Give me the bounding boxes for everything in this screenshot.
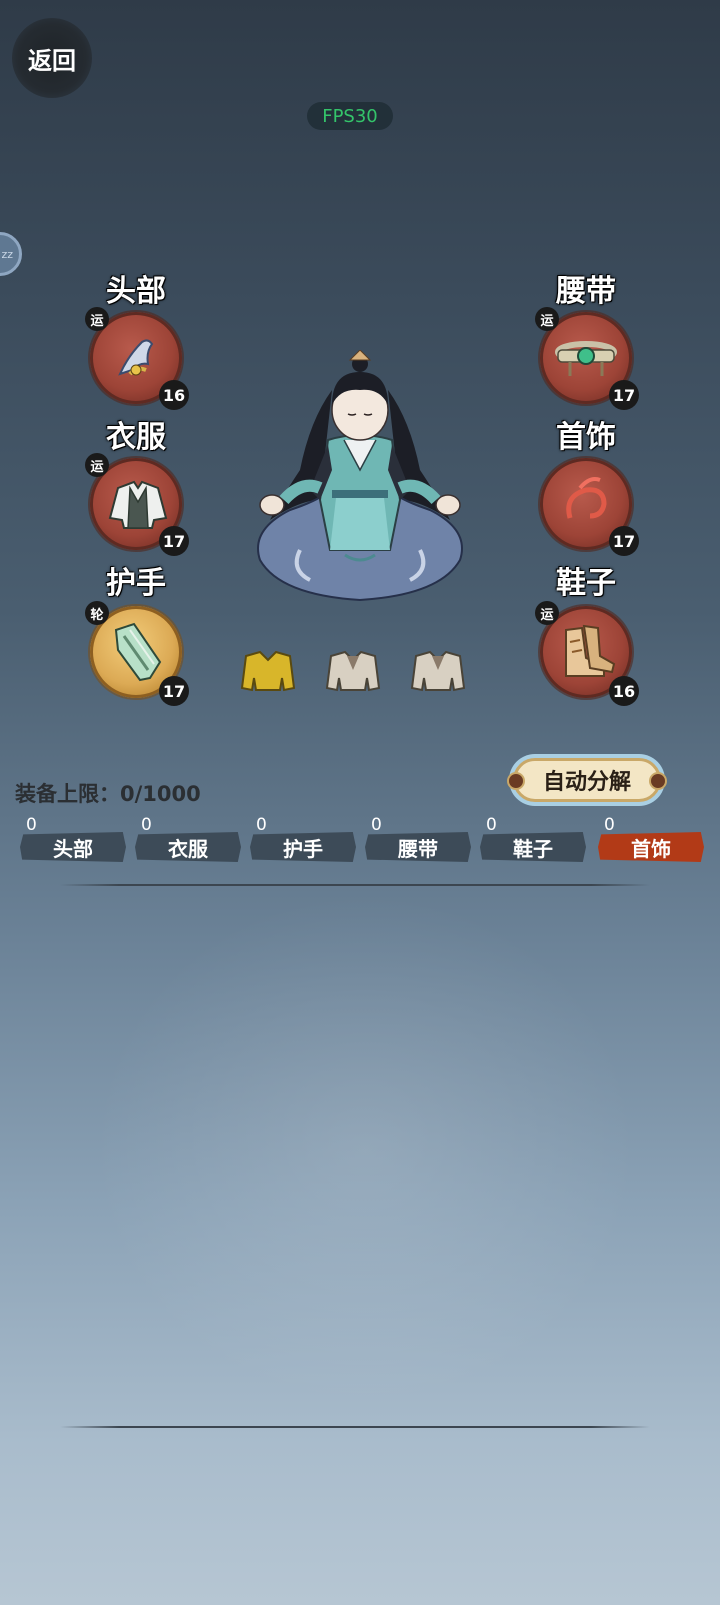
tab-accessory[interactable]: 0 首饰: [598, 815, 704, 862]
tab-label: 衣服: [168, 836, 208, 861]
tab-label: 鞋子: [513, 836, 553, 861]
equipment-limit-label: 装备上限：: [15, 782, 120, 806]
tab-label: 护手: [283, 836, 323, 861]
belt-slot-level: 17: [609, 380, 639, 410]
outfit-white-robe-icon[interactable]: [410, 648, 466, 694]
belt-slot-badge: 运: [535, 307, 559, 331]
tab-label: 腰带: [398, 836, 438, 861]
gloves-slot-level: 17: [159, 676, 189, 706]
back-button[interactable]: 返回: [12, 18, 92, 98]
accessory-slot-title: 首饰: [556, 420, 616, 455]
button-stud-icon: [649, 772, 667, 790]
shoes-slot-badge: 运: [535, 601, 559, 625]
auto-decompose-label: 自动分解: [513, 758, 661, 802]
item-list[interactable]: [90, 890, 640, 1410]
clothes-slot-title: 衣服: [106, 420, 166, 455]
tab-belt[interactable]: 0 腰带: [365, 815, 471, 862]
tab-shoes[interactable]: 0 鞋子: [480, 815, 586, 862]
gloves-slot-title: 护手: [106, 566, 166, 601]
shoes-slot-level: 16: [609, 676, 639, 706]
tab-label: 头部: [53, 836, 93, 861]
outfit-yellow-robe-icon[interactable]: [240, 648, 296, 694]
equipment-limit-value: 0/1000: [120, 782, 201, 806]
tab-label: 首饰: [631, 836, 671, 861]
accessory-slot-level: 17: [609, 526, 639, 556]
fps-counter: FPS30: [307, 102, 393, 130]
head-slot-level: 16: [159, 380, 189, 410]
list-top-divider: [60, 884, 650, 886]
head-slot-title: 头部: [106, 274, 166, 309]
tab-clothes[interactable]: 0 衣服: [135, 815, 241, 862]
button-stud-icon: [507, 772, 525, 790]
clothes-slot-badge: 运: [85, 453, 109, 477]
tab-head[interactable]: 0 头部: [20, 815, 126, 862]
shoes-slot-title: 鞋子: [556, 566, 616, 601]
belt-slot-title: 腰带: [556, 274, 616, 309]
character-portrait: [257, 350, 463, 602]
gloves-slot-badge: 轮: [85, 601, 109, 625]
side-menu-button[interactable]: zz: [0, 232, 22, 276]
outfit-white-robe-icon[interactable]: [325, 648, 381, 694]
clothes-slot-level: 17: [159, 526, 189, 556]
head-slot-badge: 运: [85, 307, 109, 331]
list-bottom-divider: [60, 1426, 650, 1428]
auto-decompose-button[interactable]: 自动分解: [499, 752, 675, 808]
equipment-limit: 装备上限：0/1000: [15, 778, 201, 808]
tab-gloves[interactable]: 0 护手: [250, 815, 356, 862]
